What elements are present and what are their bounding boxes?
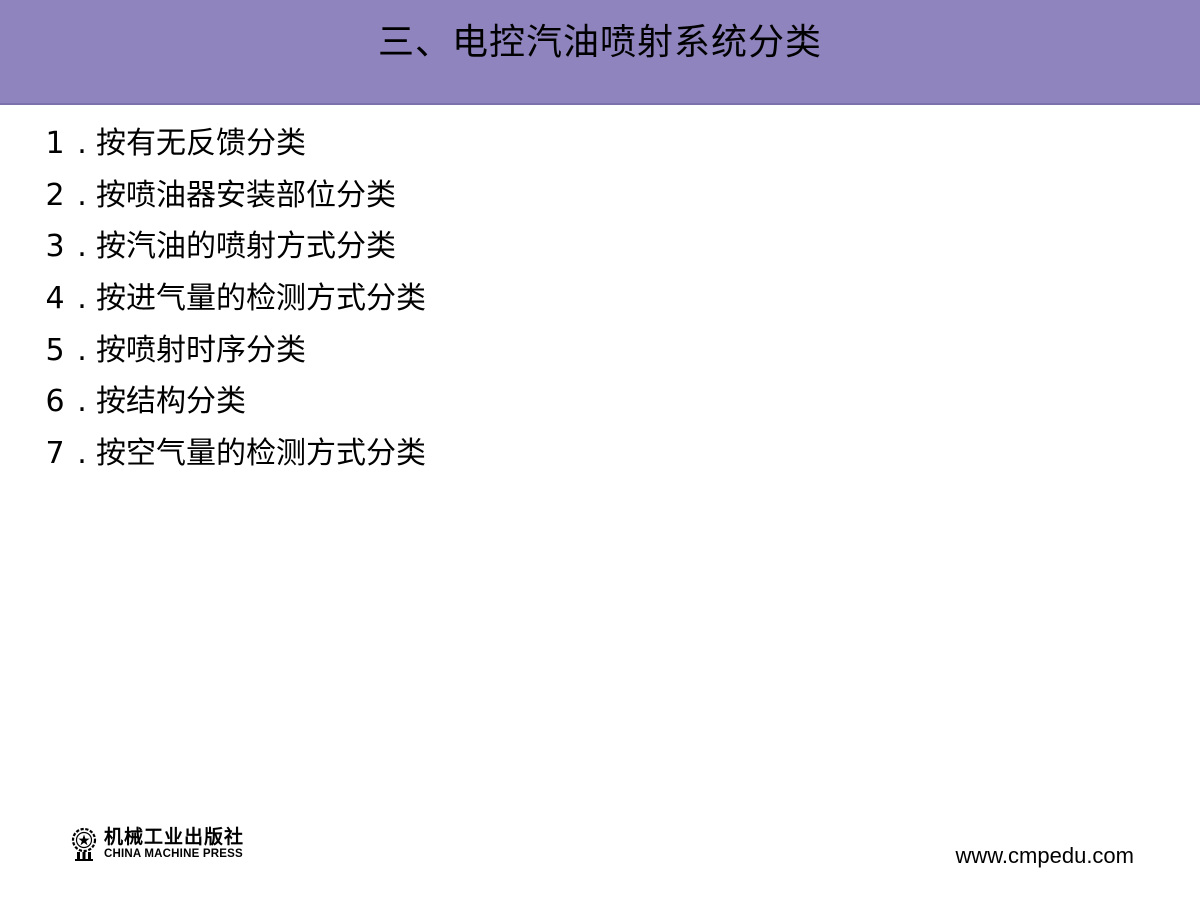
list-item: 4. 按进气量的检测方式分类	[42, 273, 426, 325]
title-bar: 三、电控汽油喷射系统分类	[0, 0, 1200, 105]
slide-title: 三、电控汽油喷射系统分类	[377, 22, 822, 63]
item-text: 按进气量的检测方式分类	[96, 281, 426, 317]
item-number: 1	[45, 126, 65, 161]
item-number: 2	[45, 177, 65, 213]
list-item: 5. 按喷射时序分类	[42, 325, 426, 377]
publisher-name: 机械工业出版社 CHINA MACHINE PRESS	[104, 825, 245, 861]
website-url: www.cmpedu.com	[955, 843, 1134, 868]
list-item: 3. 按汽油的喷射方式分类	[42, 221, 426, 273]
item-number: 4	[45, 281, 65, 317]
item-text: 按有无反馈分类	[96, 126, 306, 161]
item-separator: .	[77, 177, 87, 213]
publisher-logo: 机械工业出版社 CHINA MACHINE PRESS	[70, 826, 244, 862]
item-number: 3	[45, 229, 65, 265]
list-item: 1. 按有无反馈分类	[42, 118, 426, 170]
item-text: 按空气量的检测方式分类	[96, 436, 426, 472]
item-text: 按汽油的喷射方式分类	[96, 229, 396, 265]
list-item: 7. 按空气量的检测方式分类	[42, 428, 426, 480]
item-separator: .	[77, 229, 87, 265]
item-separator: .	[77, 384, 87, 420]
item-number: 5	[45, 332, 65, 368]
list-item: 6. 按结构分类	[42, 376, 426, 428]
item-number: 7	[45, 436, 65, 472]
item-text: 按喷油器安装部位分类	[96, 177, 396, 213]
item-separator: .	[77, 126, 87, 161]
publisher-name-cn: 机械工业出版社	[104, 825, 245, 848]
item-separator: .	[77, 332, 87, 368]
item-text: 按结构分类	[96, 384, 246, 420]
item-separator: .	[77, 281, 87, 317]
item-text: 按喷射时序分类	[96, 332, 306, 368]
item-separator: .	[77, 436, 87, 472]
gear-star-emblem-icon	[71, 827, 97, 861]
item-number: 6	[45, 384, 65, 420]
list-item: 2. 按喷油器安装部位分类	[42, 170, 426, 222]
classification-list: 1. 按有无反馈分类 2. 按喷油器安装部位分类 3. 按汽油的喷射方式分类 4. 按进…	[42, 118, 426, 480]
publisher-name-en: CHINA MACHINE PRESS	[104, 847, 243, 860]
